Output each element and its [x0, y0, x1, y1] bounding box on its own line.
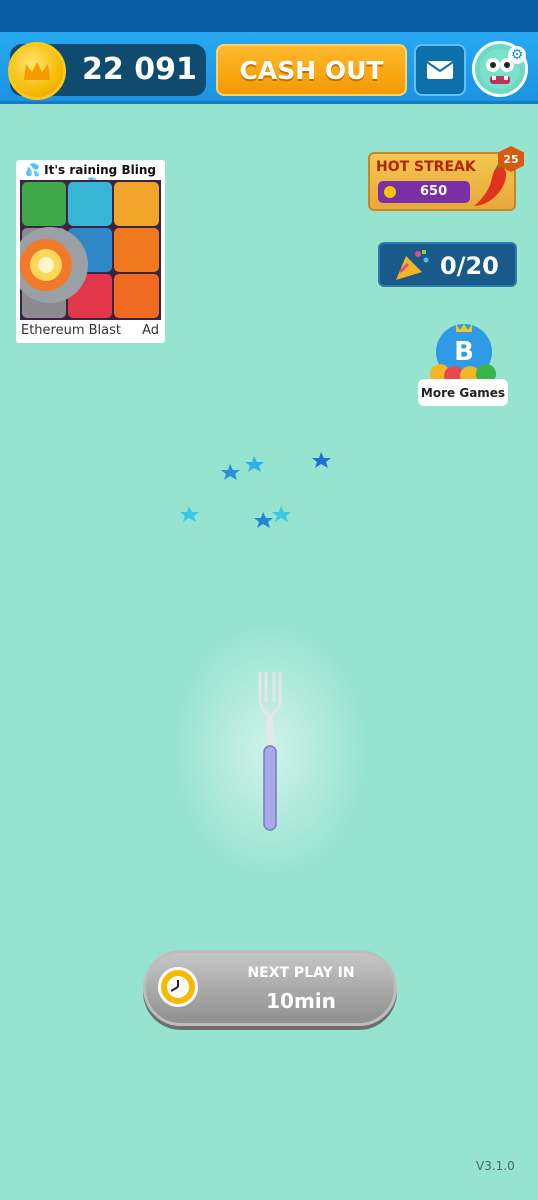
top-bar: 22 091 CASH OUT: [0, 32, 538, 104]
next-play-label: NEXT PLAY IN: [247, 965, 355, 981]
star-icon: [180, 506, 199, 522]
more-games-icon: B: [430, 324, 496, 386]
ad-tag: Ad: [142, 323, 159, 338]
coin-icon: [384, 186, 396, 198]
hot-streak-value-box: 650: [378, 181, 470, 203]
star-icon: [221, 464, 240, 480]
version-label: V3.1.0: [476, 1159, 515, 1173]
progress-value: 0/20: [440, 252, 499, 280]
progress-panel[interactable]: 0/20: [378, 242, 517, 287]
sparkle-stars: [180, 452, 331, 528]
more-games-button[interactable]: B: [428, 322, 500, 386]
crown-coin-icon: [8, 42, 66, 100]
coin-balance: 22 091: [82, 52, 197, 87]
star-icon: [312, 452, 331, 468]
star-icon: [254, 512, 273, 528]
next-play-time: 10min: [266, 989, 336, 1013]
ad-game-name: Ethereum Blast: [21, 323, 122, 338]
hot-streak-panel[interactable]: HOT STREAK 650: [368, 152, 516, 211]
hot-streak-value: 650: [420, 184, 448, 199]
cash-out-button[interactable]: CASH OUT: [216, 44, 407, 96]
clock-icon: [158, 967, 198, 1007]
coin-balance-box: 22 091: [8, 42, 206, 100]
star-icon: [245, 456, 264, 472]
next-play-button[interactable]: NEXT PLAY IN 10min: [143, 950, 397, 1026]
star-icon: [272, 506, 291, 522]
ad-image[interactable]: [20, 180, 161, 320]
mail-icon: [426, 61, 454, 79]
party-popper-icon: [396, 250, 429, 280]
mail-button[interactable]: [414, 44, 466, 96]
ad-banner[interactable]: 💦 It's raining Bling 💦 Ethereum Blast Ad: [16, 160, 165, 343]
system-status-bar: [0, 0, 538, 32]
hot-streak-label: HOT STREAK: [376, 159, 476, 175]
more-games-label[interactable]: More Games: [418, 379, 508, 406]
fork-icon[interactable]: [250, 668, 290, 834]
gear-icon[interactable]: ⚙: [508, 46, 526, 64]
more-games-badge-letter: B: [454, 337, 474, 367]
